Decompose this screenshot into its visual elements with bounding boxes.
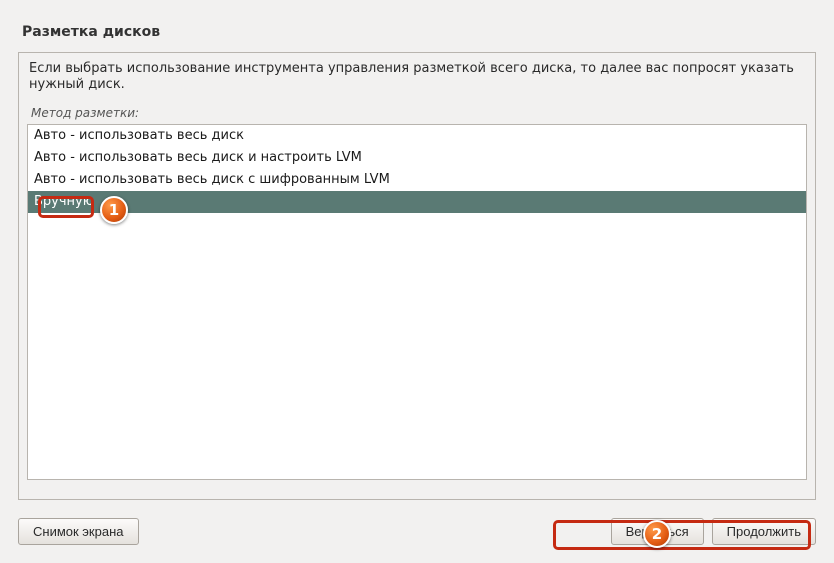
- method-option-auto-lvm[interactable]: Авто - использовать весь диск и настроит…: [28, 147, 806, 169]
- title-area: Разметка дисков: [8, 8, 826, 52]
- screenshot-button[interactable]: Снимок экрана: [18, 518, 139, 545]
- content-panel: Если выбрать использование инструмента у…: [18, 52, 816, 500]
- method-option-auto-whole-disk[interactable]: Авто - использовать весь диск: [28, 125, 806, 147]
- method-option-manual[interactable]: Вручную: [28, 191, 806, 213]
- instruction-text: Если выбрать использование инструмента у…: [19, 53, 815, 100]
- installer-window: Разметка дисков Если выбрать использован…: [8, 8, 826, 555]
- page-title: Разметка дисков: [22, 24, 812, 40]
- button-row: Снимок экрана Вернуться Продолжить: [18, 518, 816, 545]
- continue-button[interactable]: Продолжить: [712, 518, 816, 545]
- method-label: Метод разметки:: [19, 100, 815, 124]
- back-button[interactable]: Вернуться: [611, 518, 704, 545]
- method-option-auto-encrypted-lvm[interactable]: Авто - использовать весь диск с шифрован…: [28, 169, 806, 191]
- partition-method-list[interactable]: Авто - использовать весь диск Авто - исп…: [27, 124, 807, 480]
